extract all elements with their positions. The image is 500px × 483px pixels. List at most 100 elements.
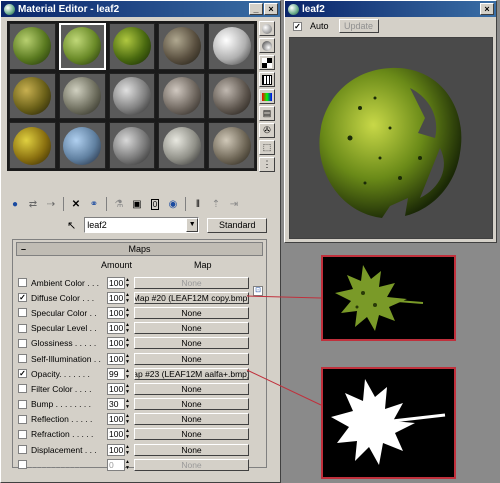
amount-spinner-icon[interactable]: ▲ ▼ [125,413,132,425]
update-button[interactable]: Update [338,19,379,33]
amount-field[interactable]: 100 [107,291,125,304]
put-to-scene-button[interactable]: ⇄ [25,196,41,212]
amount-field[interactable]: 100 [107,352,125,365]
amount-field[interactable]: 100 [107,443,125,456]
sample-slot[interactable] [108,23,156,70]
map-slot-button[interactable]: None [134,428,249,441]
map-enable-checkbox[interactable] [18,323,27,333]
chevron-down-icon[interactable]: ▼ [186,218,199,232]
map-enable-checkbox[interactable]: ✓ [18,293,27,303]
close-button[interactable]: × [264,3,278,15]
preview-titlebar[interactable]: leaf2 × [285,1,496,17]
map-enable-checkbox[interactable] [18,278,27,288]
material-name-field[interactable]: leaf2 ▼ [84,217,200,233]
map-enable-checkbox[interactable] [18,414,27,424]
sample-slot[interactable] [58,72,106,120]
maps-rollout-header[interactable]: – Maps [16,242,263,256]
amount-field[interactable]: 100 [107,276,125,289]
auto-checkbox[interactable]: ✓ [293,21,302,31]
sample-slot-selected[interactable] [58,23,106,70]
amount-spinner-icon[interactable]: ▲ ▼ [125,353,132,365]
material-effects-channel-button[interactable]: ▣ [129,196,145,212]
close-button[interactable]: × [480,3,494,15]
sample-slot[interactable] [9,72,56,120]
show-map-in-viewport-button[interactable]: ◉ [165,196,181,212]
map-slot-button[interactable]: None [134,398,249,411]
amount-field[interactable]: 100 [107,413,125,426]
sample-slot[interactable] [208,72,255,120]
map-slot-button[interactable]: Map #20 (LEAF12M copy.bmp) [134,291,249,304]
sample-slot[interactable] [9,122,56,169]
map-enable-checkbox[interactable] [18,354,27,364]
go-to-parent-button[interactable]: ⇡ [208,196,224,212]
sample-slot[interactable] [158,122,206,169]
amount-spinner-icon[interactable]: ▲ ▼ [125,277,132,289]
map-slot-button[interactable]: None [134,306,249,319]
map-slot-button[interactable]: None [134,443,249,456]
video-color-button[interactable] [259,89,275,104]
amount-spinner-icon[interactable]: ▲ ▼ [125,337,132,349]
amount-spinner-icon[interactable]: ▲ ▼ [125,398,132,410]
amount-field[interactable]: 100 [107,306,125,319]
go-forward-sibling-button[interactable]: ⇥ [226,196,242,212]
amount-field[interactable]: 100 [107,428,125,441]
material-editor-titlebar[interactable]: Material Editor - leaf2 _ × [1,1,280,17]
background-button[interactable] [259,55,275,70]
map-slot-button[interactable]: None [134,276,249,289]
select-by-material-button[interactable]: ⬚ [259,140,275,155]
reset-map-button[interactable]: ✕ [68,196,84,212]
assign-material-button[interactable]: ⇢ [43,196,59,212]
amount-spinner-icon[interactable]: ▲ ▼ [125,322,132,334]
sample-slot[interactable] [58,122,106,169]
sample-type-button[interactable] [259,21,275,36]
amount-field[interactable]: 100 [107,337,125,350]
sample-slot[interactable] [208,122,255,169]
get-material-button[interactable]: ● [7,196,23,212]
amount-spinner-icon[interactable]: ▲ ▼ [125,368,132,380]
sample-slot[interactable] [208,23,255,70]
map-enable-checkbox[interactable] [18,399,27,409]
amount-spinner-icon[interactable]: ▲ ▼ [125,383,132,395]
amount-field[interactable]: 100 [107,382,125,395]
sample-uv-button[interactable] [259,72,275,87]
map-slot-button[interactable]: None [134,458,249,471]
map-enable-checkbox[interactable] [18,445,27,455]
map-slot-button[interactable]: None [134,382,249,395]
map-enable-checkbox[interactable] [18,460,27,470]
lock-icon[interactable]: ⊡ [253,286,263,296]
minimize-button[interactable]: _ [249,3,263,15]
map-slot-button[interactable]: None [134,322,249,335]
map-slot-button[interactable]: None [134,413,249,426]
map-enable-checkbox[interactable] [18,384,27,394]
amount-spinner-icon[interactable]: ▲ ▼ [125,459,132,471]
amount-spinner-icon[interactable]: ▲ ▼ [125,307,132,319]
make-unique-button[interactable]: ⚭ [86,196,102,212]
sample-slot[interactable] [108,72,156,120]
amount-field[interactable]: 99 [107,367,125,380]
sample-slot[interactable] [9,23,56,70]
amount-field[interactable]: 100 [107,322,125,335]
map-enable-checkbox[interactable]: ✓ [18,369,27,379]
sample-slot[interactable] [158,72,206,120]
map-slot-button[interactable]: ap #23 (LEAF12M aalfa+.bmp) [134,367,249,380]
material-navigator-button[interactable]: ⋮ [259,157,275,172]
map-slot-button[interactable]: None [134,352,249,365]
sample-slot[interactable] [158,23,206,70]
map-slot-button[interactable]: None [134,337,249,350]
amount-spinner-icon[interactable]: ▲ ▼ [125,444,132,456]
amount-field[interactable]: 0 [107,458,125,471]
map-enable-checkbox[interactable] [18,429,27,439]
make-preview-button[interactable]: ▤ [259,106,275,121]
effects-id-button[interactable]: 0 [147,196,163,212]
show-end-result-button[interactable]: ‖ [190,196,206,212]
amount-field[interactable]: 30 [107,398,125,411]
amount-spinner-icon[interactable]: ▲ ▼ [125,428,132,440]
pick-icon[interactable]: ↖ [67,219,76,232]
material-type-button[interactable]: Standard [207,217,268,233]
map-enable-checkbox[interactable] [18,308,27,318]
options-button[interactable]: ✇ [259,123,275,138]
amount-spinner-icon[interactable]: ▲ ▼ [125,292,132,304]
put-to-library-button[interactable]: ⚗ [111,196,127,212]
sample-slot[interactable] [108,122,156,169]
backlight-button[interactable] [259,38,275,53]
